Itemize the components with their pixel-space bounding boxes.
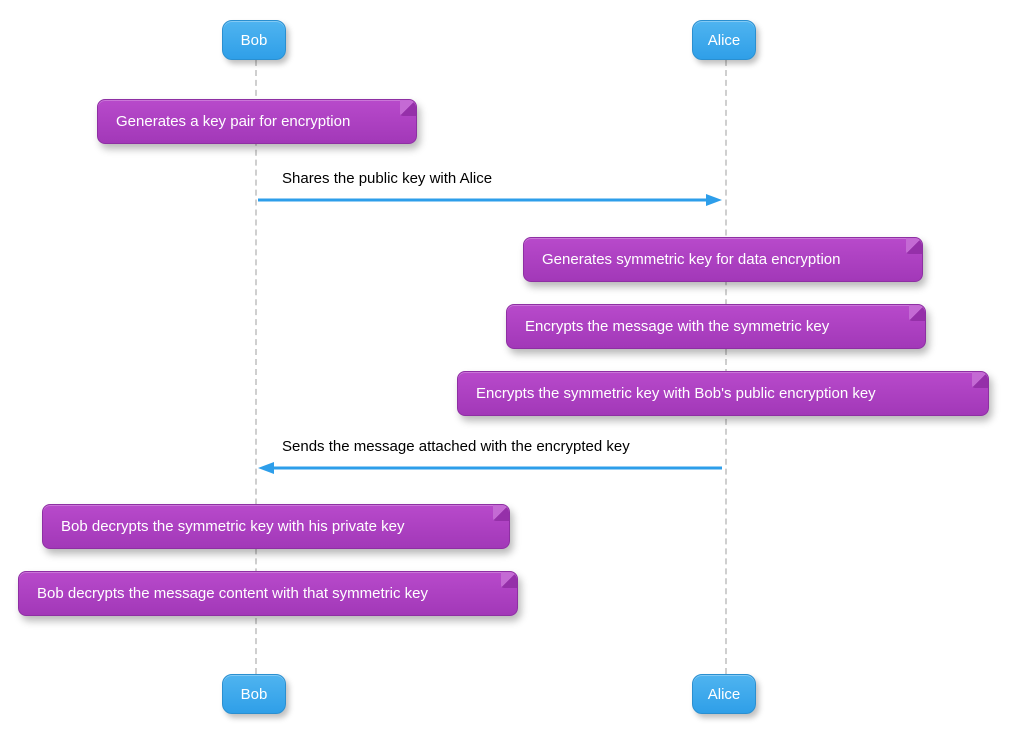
message-label-send-encrypted: Sends the message attached with the encr…: [282, 438, 630, 455]
lifeline-alice: [725, 60, 727, 674]
note-alice-encrypts-symkey: Encrypts the symmetric key with Bob's pu…: [457, 371, 989, 416]
note-fold-icon: [501, 572, 517, 588]
message-label-share-pubkey: Shares the public key with Alice: [282, 170, 492, 187]
sequence-diagram: Bob Alice Bob Alice Generates a key pair…: [0, 0, 1024, 734]
note-alice-generates-symkey: Generates symmetric key for data encrypt…: [523, 237, 923, 282]
note-bob-generates-keypair: Generates a key pair for encryption: [97, 99, 417, 144]
note-fold-icon: [906, 238, 922, 254]
note-bob-decrypts-message: Bob decrypts the message content with th…: [18, 571, 518, 616]
actor-alice-bottom: Alice: [692, 674, 756, 714]
note-text: Generates symmetric key for data encrypt…: [542, 251, 840, 268]
note-fold-icon: [493, 505, 509, 521]
note-bob-decrypts-symkey: Bob decrypts the symmetric key with his …: [42, 504, 510, 549]
note-text: Encrypts the symmetric key with Bob's pu…: [476, 385, 876, 402]
note-text: Bob decrypts the symmetric key with his …: [61, 518, 404, 535]
note-text: Generates a key pair for encryption: [116, 113, 350, 130]
note-fold-icon: [972, 372, 988, 388]
actor-alice-top: Alice: [692, 20, 756, 60]
message-arrow-alice-to-bob: [258, 461, 722, 483]
note-alice-encrypts-message: Encrypts the message with the symmetric …: [506, 304, 926, 349]
note-fold-icon: [400, 100, 416, 116]
note-fold-icon: [909, 305, 925, 321]
actor-bob-top: Bob: [222, 20, 286, 60]
note-text: Bob decrypts the message content with th…: [37, 585, 428, 602]
note-text: Encrypts the message with the symmetric …: [525, 318, 829, 335]
message-arrow-bob-to-alice: [258, 193, 722, 215]
actor-bob-bottom: Bob: [222, 674, 286, 714]
